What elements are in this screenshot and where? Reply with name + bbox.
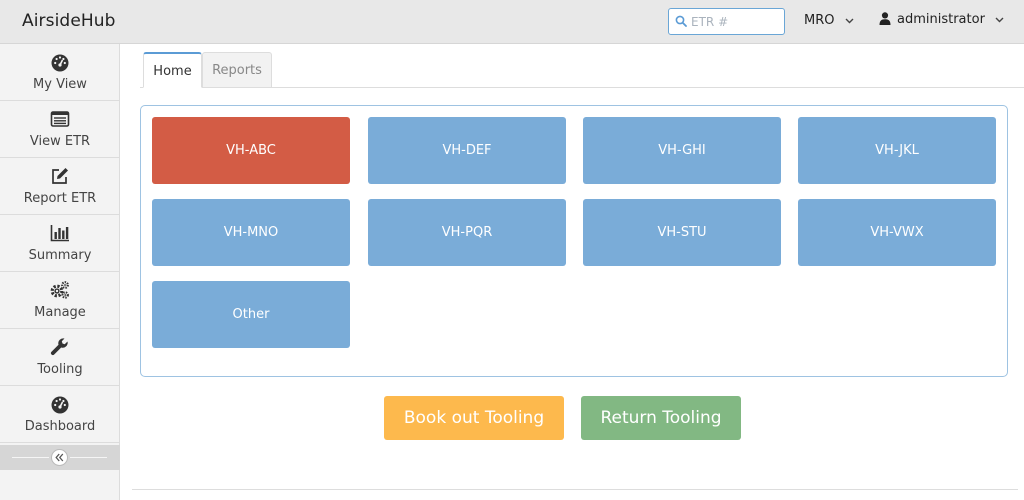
etr-search-box[interactable] xyxy=(668,8,785,35)
sidebar-item-tooling[interactable]: Tooling xyxy=(0,329,120,386)
edit-icon xyxy=(52,168,68,184)
book-out-tooling-button[interactable]: Book out Tooling xyxy=(384,396,564,440)
sidebar-item-label: Report ETR xyxy=(23,191,97,206)
aircraft-panel: VH-ABC VH-DEF VH-GHI VH-JKL VH-MNO VH-PQ… xyxy=(140,105,1008,377)
aircraft-tile-vh-ghi[interactable]: VH-GHI xyxy=(583,117,781,184)
sidebar-item-report-etr[interactable]: Report ETR xyxy=(0,158,120,215)
tab-home[interactable]: Home xyxy=(143,52,202,88)
footer-divider xyxy=(132,489,1018,490)
sidebar-item-label: My View xyxy=(33,77,87,92)
sidebar: My View View ETR Report ETR Summary Mana… xyxy=(0,44,120,500)
app-brand[interactable]: AirsideHub xyxy=(22,11,116,31)
user-name: administrator xyxy=(897,12,985,27)
sidebar-item-label: Dashboard xyxy=(24,419,96,434)
sidebar-item-label: Manage xyxy=(34,305,86,320)
divider xyxy=(70,457,107,458)
etr-search-input[interactable] xyxy=(691,12,781,31)
list-icon xyxy=(50,111,70,127)
bar-chart-icon xyxy=(50,225,69,242)
sidebar-collapse-button[interactable] xyxy=(51,449,68,466)
sidebar-item-label: Summary xyxy=(28,248,92,263)
double-chevron-left-icon xyxy=(55,453,64,462)
dashboard-gauge-icon xyxy=(51,396,69,414)
org-dropdown[interactable]: MRO xyxy=(804,13,854,28)
aircraft-tile-vh-def[interactable]: VH-DEF xyxy=(368,117,566,184)
chevron-down-icon xyxy=(995,17,1004,22)
dashboard-gauge-icon xyxy=(51,54,69,72)
sidebar-collapse-bar xyxy=(0,445,120,470)
sidebar-item-summary[interactable]: Summary xyxy=(0,215,120,272)
top-navbar: AirsideHub MRO administrator xyxy=(0,0,1024,44)
aircraft-tile-other[interactable]: Other xyxy=(152,281,350,348)
user-menu[interactable]: administrator xyxy=(879,12,1004,27)
aircraft-tile-vh-abc[interactable]: VH-ABC xyxy=(152,117,350,184)
aircraft-tile-vh-vwx[interactable]: VH-VWX xyxy=(798,199,996,266)
gears-icon xyxy=(50,281,69,299)
sidebar-item-dashboard[interactable]: Dashboard xyxy=(0,386,120,443)
chevron-down-icon xyxy=(845,18,854,23)
aircraft-tile-vh-pqr[interactable]: VH-PQR xyxy=(368,199,566,266)
return-tooling-button[interactable]: Return Tooling xyxy=(581,396,741,440)
divider xyxy=(12,457,49,458)
user-icon xyxy=(879,12,891,25)
aircraft-tile-vh-jkl[interactable]: VH-JKL xyxy=(798,117,996,184)
sidebar-item-my-view[interactable]: My View xyxy=(0,44,120,101)
tab-bar: Home Reports xyxy=(140,52,1024,88)
sidebar-item-manage[interactable]: Manage xyxy=(0,272,120,329)
org-label: MRO xyxy=(804,13,835,28)
sidebar-item-view-etr[interactable]: View ETR xyxy=(0,101,120,158)
sidebar-item-label: View ETR xyxy=(29,134,91,149)
sidebar-item-label: Tooling xyxy=(37,362,83,377)
tab-reports[interactable]: Reports xyxy=(202,52,272,88)
aircraft-tile-vh-stu[interactable]: VH-STU xyxy=(583,199,781,266)
aircraft-tile-vh-mno[interactable]: VH-MNO xyxy=(152,199,350,266)
search-icon xyxy=(675,15,687,27)
wrench-icon xyxy=(50,338,68,356)
